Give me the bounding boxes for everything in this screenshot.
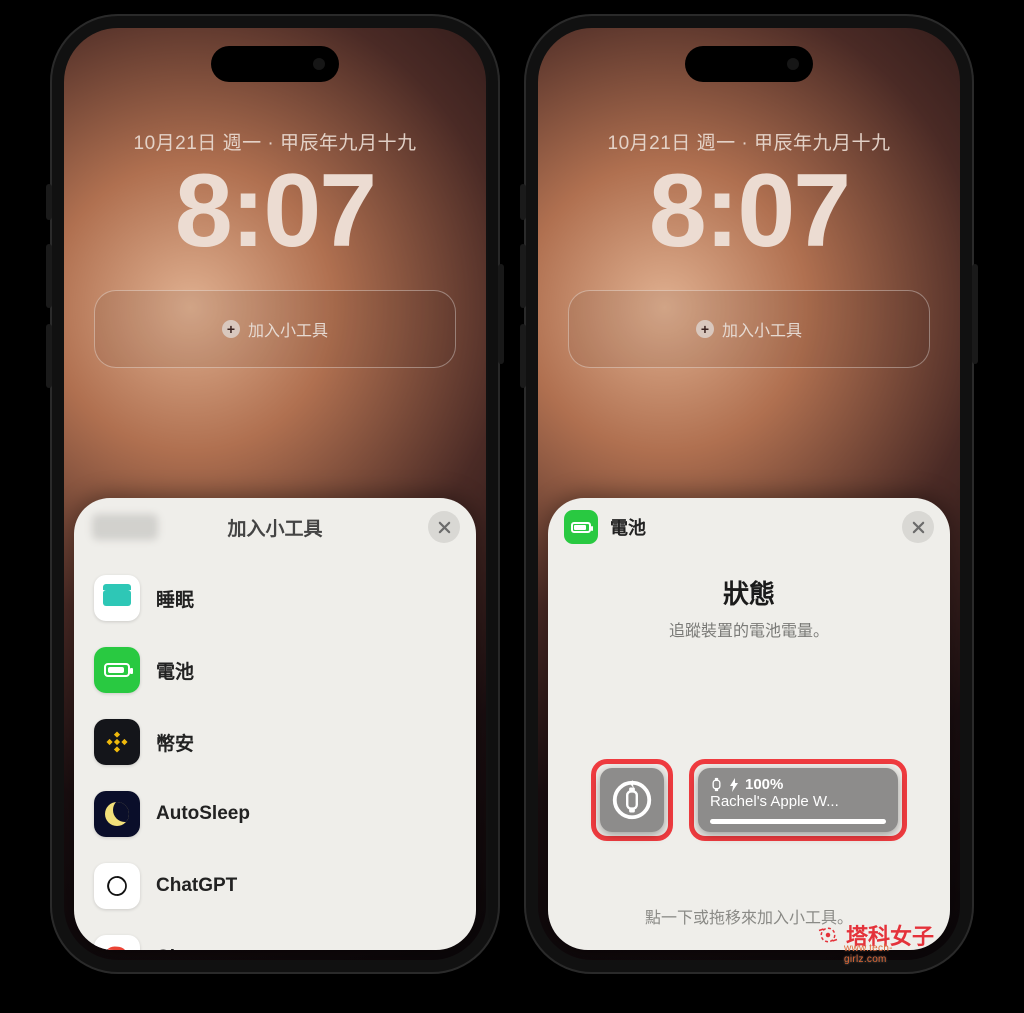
add-widget-slot[interactable]: + 加入小工具	[568, 290, 930, 368]
list-item-label: Chrome	[156, 947, 228, 950]
lockscreen-time: 8:07	[64, 159, 486, 263]
list-item-sleep[interactable]: 睡眠	[88, 562, 462, 634]
list-item-autosleep[interactable]: AutoSleep	[88, 778, 462, 850]
power-button[interactable]	[498, 264, 504, 364]
dynamic-island	[211, 46, 339, 82]
battery-icon	[94, 647, 140, 693]
screen-right: 10月21日 週一 · 甲辰年九月十九 8:07 + 加入小工具 電池 狀態 追…	[538, 28, 960, 960]
screen-left: 10月21日 週一 · 甲辰年九月十九 8:07 + 加入小工具 加入小工具	[64, 28, 486, 960]
chrome-icon	[94, 935, 140, 950]
lockscreen-header: 10月21日 週一 · 甲辰年九月十九 8:07	[64, 128, 486, 263]
volume-down-button[interactable]	[520, 324, 526, 388]
highlight-box: 100% Rachel's Apple W...	[689, 759, 907, 841]
watch-mini-icon	[710, 777, 723, 792]
chatgpt-icon	[94, 863, 140, 909]
battery-ring-widget[interactable]	[600, 768, 664, 832]
add-widget-label: 加入小工具	[722, 317, 802, 341]
device-name: Rachel's Apple W...	[710, 793, 886, 810]
plus-icon: +	[696, 320, 714, 338]
redacted-area	[92, 514, 158, 540]
volume-down-button[interactable]	[46, 324, 52, 388]
phone-right: 10月21日 週一 · 甲辰年九月十九 8:07 + 加入小工具 電池 狀態 追…	[524, 14, 974, 974]
power-button[interactable]	[972, 264, 978, 364]
watermark-icon	[816, 923, 840, 947]
list-item-label: ChatGPT	[156, 875, 237, 897]
autosleep-icon	[94, 791, 140, 837]
volume-up-button[interactable]	[520, 244, 526, 308]
highlight-box	[591, 759, 673, 841]
status-title: 狀態	[548, 574, 950, 611]
close-icon	[912, 521, 925, 534]
list-item-label: AutoSleep	[156, 803, 250, 825]
battery-app-icon	[564, 510, 598, 544]
bolt-icon	[729, 778, 739, 792]
close-button[interactable]	[902, 511, 934, 543]
list-item-label: 睡眠	[156, 585, 194, 612]
widget-options-row: 100% Rachel's Apple W...	[548, 759, 950, 841]
watermark: 塔科女子 www.tech-girlz.com	[816, 919, 934, 951]
lockscreen-time: 8:07	[538, 159, 960, 263]
battery-widget-sheet: 電池 狀態 追蹤裝置的電池電量。	[548, 498, 950, 950]
widget-app-list[interactable]: 睡眠 電池 幣安 AutoSleep	[74, 556, 476, 950]
battery-percent: 100%	[745, 776, 783, 793]
list-item-battery[interactable]: 電池	[88, 634, 462, 706]
lockscreen-date: 10月21日 週一 · 甲辰年九月十九	[538, 128, 960, 155]
phone-left: 10月21日 週一 · 甲辰年九月十九 8:07 + 加入小工具 加入小工具	[50, 14, 500, 974]
add-widget-slot[interactable]: + 加入小工具	[94, 290, 456, 368]
list-item-chrome[interactable]: Chrome	[88, 922, 462, 950]
list-item-label: 電池	[156, 657, 194, 684]
battery-bar-fill	[710, 819, 886, 824]
sheet-header: 加入小工具	[74, 498, 476, 556]
list-item-label: 幣安	[156, 729, 194, 756]
mute-switch[interactable]	[46, 184, 52, 220]
close-button[interactable]	[428, 511, 460, 543]
sleep-icon	[94, 575, 140, 621]
plus-icon: +	[222, 320, 240, 338]
widget-description: 狀態 追蹤裝置的電池電量。	[548, 574, 950, 641]
dynamic-island	[685, 46, 813, 82]
status-subtitle: 追蹤裝置的電池電量。	[548, 617, 950, 641]
watch-ring-icon	[609, 777, 655, 823]
lockscreen-date: 10月21日 週一 · 甲辰年九月十九	[64, 128, 486, 155]
sheet-header: 電池	[548, 498, 950, 556]
list-item-chatgpt[interactable]: ChatGPT	[88, 850, 462, 922]
lockscreen-header: 10月21日 週一 · 甲辰年九月十九 8:07	[538, 128, 960, 263]
widget-picker-sheet: 加入小工具 睡眠 電池	[74, 498, 476, 950]
binance-icon	[94, 719, 140, 765]
sheet-app-title: 電池	[610, 514, 646, 540]
list-item-binance[interactable]: 幣安	[88, 706, 462, 778]
mute-switch[interactable]	[520, 184, 526, 220]
sheet-title: 加入小工具	[227, 514, 322, 541]
close-icon	[438, 521, 451, 534]
battery-bar-widget[interactable]: 100% Rachel's Apple W...	[698, 768, 898, 832]
volume-up-button[interactable]	[46, 244, 52, 308]
widget-status-line: 100%	[710, 776, 886, 793]
watermark-url: www.tech-girlz.com	[844, 943, 934, 965]
add-widget-label: 加入小工具	[248, 317, 328, 341]
